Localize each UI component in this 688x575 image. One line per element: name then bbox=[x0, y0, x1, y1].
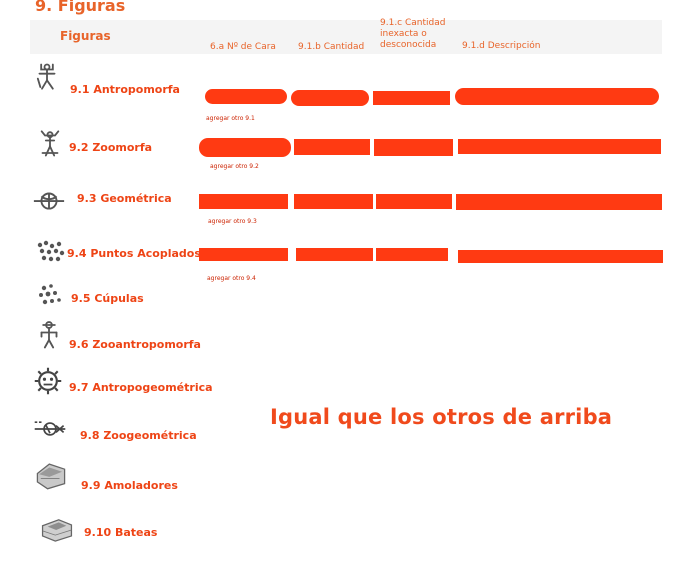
add-another-9-1-link[interactable]: agregar otro 9.1 bbox=[206, 115, 255, 122]
row-label-amoladores: 9.9 Amoladores bbox=[81, 479, 178, 492]
descripcion-field-9-2[interactable] bbox=[458, 139, 661, 154]
descripcion-field-9-1[interactable] bbox=[455, 88, 659, 105]
row-label-antropomorfa: 9.1 Antropomorfa bbox=[70, 83, 180, 96]
batea-stone-icon bbox=[41, 519, 73, 542]
column-header-cantidad: 9.1.b Cantidad bbox=[298, 42, 365, 52]
row-label-zoogeometrica: 9.8 Zoogeométrica bbox=[80, 429, 197, 442]
row-label-bateas: 9.10 Bateas bbox=[84, 526, 158, 539]
same-as-above-note: Igual que los otros de arriba bbox=[270, 405, 613, 429]
row-label-puntos-acoplados: 9.4 Puntos Acoplados bbox=[67, 247, 201, 260]
zoogeometric-petroglyph-icon bbox=[34, 421, 66, 436]
cantidad-inexacta-field-9-2[interactable] bbox=[374, 139, 453, 156]
descripcion-field-9-3[interactable] bbox=[456, 194, 662, 210]
coupled-points-icon bbox=[37, 240, 65, 262]
column-header-descripcion: 9.1.d Descripción bbox=[462, 41, 541, 51]
add-another-9-2-link[interactable]: agregar otro 9.2 bbox=[210, 163, 259, 170]
zoomorphic-petroglyph-icon bbox=[40, 130, 60, 157]
cupules-icon bbox=[39, 284, 61, 305]
zooanthropomorphic-petroglyph-icon bbox=[40, 321, 58, 349]
row-label-antropogeometrica: 9.7 Antropogeométrica bbox=[69, 381, 213, 394]
geometric-petroglyph-icon bbox=[33, 192, 65, 210]
column-header-cara: 6.a Nº de Cara bbox=[210, 42, 276, 52]
cantidad-inexacta-field-9-4[interactable] bbox=[376, 248, 448, 261]
add-another-9-3-link[interactable]: agregar otro 9.3 bbox=[208, 218, 257, 225]
grinder-stone-icon bbox=[36, 463, 66, 490]
cara-field-9-1[interactable] bbox=[205, 89, 287, 104]
row-label-zoomorfa: 9.2 Zoomorfa bbox=[69, 141, 153, 154]
page-title: 9. Figuras bbox=[35, 0, 126, 15]
anthropogeometric-petroglyph-icon bbox=[34, 367, 62, 395]
cara-field-9-2[interactable] bbox=[199, 138, 291, 157]
cantidad-field-9-2[interactable] bbox=[294, 139, 370, 155]
descripcion-field-9-4[interactable] bbox=[458, 250, 663, 263]
column-header-cantidad-inexacta: 9.1.c Cantidad inexacta o desconocida bbox=[380, 18, 446, 50]
row-label-geometrica: 9.3 Geométrica bbox=[77, 192, 172, 205]
cara-field-9-4[interactable] bbox=[199, 248, 288, 261]
row-label-zooantropomorfa: 9.6 Zooantropomorfa bbox=[69, 338, 201, 351]
add-another-9-4-link[interactable]: agregar otro 9.4 bbox=[207, 275, 256, 282]
cantidad-inexacta-field-9-1[interactable] bbox=[373, 91, 450, 105]
figuras-column-header: Figuras bbox=[60, 29, 111, 43]
row-label-cupulas: 9.5 Cúpulas bbox=[71, 292, 144, 305]
cara-field-9-3[interactable] bbox=[199, 194, 288, 209]
cantidad-field-9-3[interactable] bbox=[294, 194, 373, 209]
cantidad-field-9-4[interactable] bbox=[296, 248, 373, 261]
cantidad-field-9-1[interactable] bbox=[291, 90, 369, 106]
anthropomorphic-petroglyph-icon bbox=[36, 63, 56, 90]
cantidad-inexacta-field-9-3[interactable] bbox=[376, 194, 452, 209]
